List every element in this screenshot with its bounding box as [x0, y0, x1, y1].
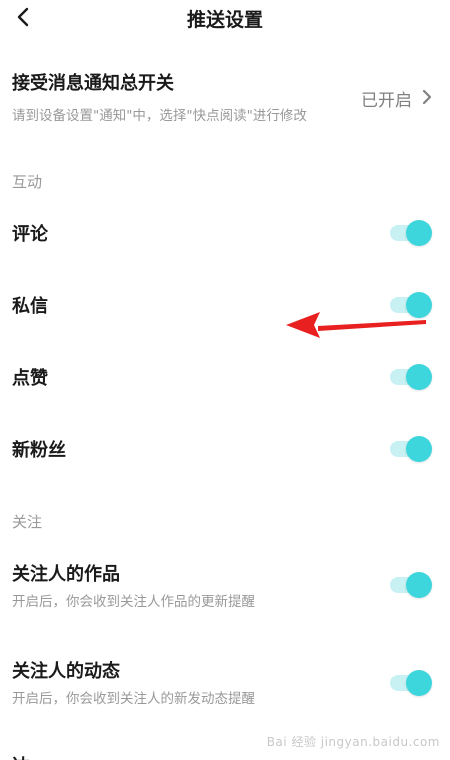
row-likes-label: 点赞: [12, 368, 48, 389]
row-new-followers-label: 新粉丝: [12, 440, 66, 461]
comments-toggle[interactable]: [390, 220, 432, 246]
toggle-knob: [406, 436, 432, 462]
chevron-right-icon: [418, 86, 436, 108]
followed-updates-toggle[interactable]: [390, 670, 432, 696]
watermark: Bai 经验 jingyan.baidu.com: [266, 735, 440, 749]
followed-works-toggle[interactable]: [390, 572, 432, 598]
row-likes: 点赞: [0, 347, 450, 407]
row-new-followers: 新粉丝: [0, 419, 450, 479]
section-label-interaction: 互动: [12, 173, 43, 191]
push-settings-page: 推送设置 接受消息通知总开关 请到设备设置"通知"中，选择"快点阅读"进行修改 …: [0, 0, 450, 760]
red-arrow-annotation: [286, 312, 426, 338]
toggle-knob: [406, 364, 432, 390]
row-comments-label: 评论: [12, 224, 48, 245]
page-title: 推送设置: [186, 9, 263, 31]
row-followed-updates-title: 关注人的动态: [12, 661, 120, 682]
likes-toggle[interactable]: [390, 364, 432, 390]
next-section-partial: 达: [12, 752, 30, 760]
new-followers-toggle[interactable]: [390, 436, 432, 462]
header-bar: 推送设置: [0, 0, 450, 34]
row-followed-works-title: 关注人的作品: [12, 564, 120, 585]
master-notification-row[interactable]: 接受消息通知总开关 请到设备设置"通知"中，选择"快点阅读"进行修改 已开启: [0, 58, 450, 140]
row-followed-updates-sub: 开启后，你会收到关注人的新发动态提醒: [12, 691, 255, 707]
row-followed-works: 关注人的作品 开启后，你会收到关注人作品的更新提醒: [0, 560, 450, 620]
row-followed-updates: 关注人的动态 开启后，你会收到关注人的新发动态提醒: [0, 657, 450, 717]
master-notification-desc: 请到设备设置"通知"中，选择"快点阅读"进行修改: [12, 108, 307, 124]
section-label-follow: 关注: [12, 513, 43, 531]
master-notification-title: 接受消息通知总开关: [12, 73, 174, 94]
row-comments: 评论: [0, 203, 450, 263]
toggle-knob: [406, 572, 432, 598]
toggle-knob: [406, 670, 432, 696]
row-followed-works-sub: 开启后，你会收到关注人作品的更新提醒: [12, 594, 255, 610]
toggle-knob: [406, 220, 432, 246]
row-private-messages-label: 私信: [12, 296, 48, 317]
master-notification-status: 已开启: [361, 91, 412, 111]
